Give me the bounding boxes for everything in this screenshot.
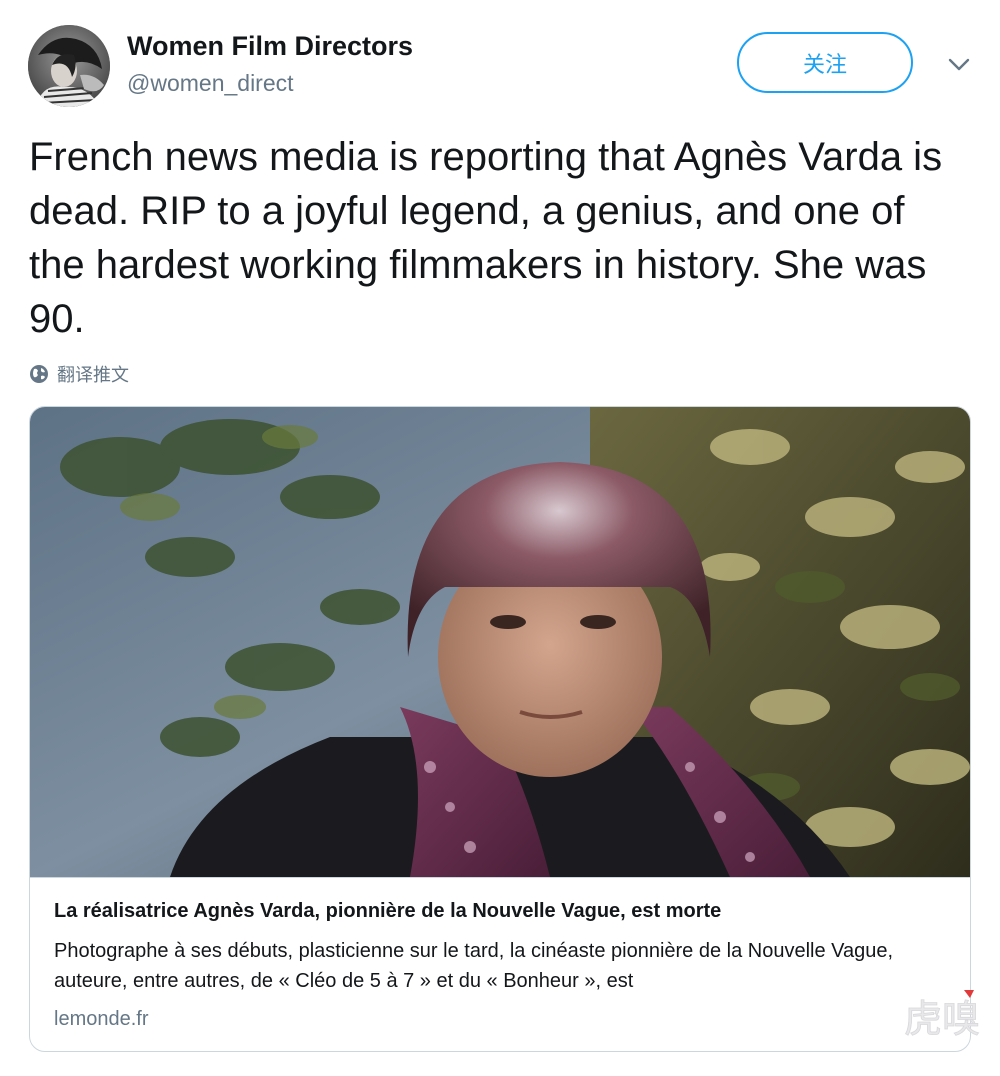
card-description: Photographe à ses débuts, plasticienne s… bbox=[54, 940, 894, 992]
watermark-logo: 虎嗅 bbox=[904, 990, 980, 1041]
card-title: La réalisatrice Agnès Varda, pionnière d… bbox=[54, 900, 722, 922]
link-card[interactable]: La réalisatrice Agnès Varda, pionnière d… bbox=[29, 406, 971, 1052]
svg-text:虎嗅: 虎嗅 bbox=[904, 997, 980, 1041]
card-image bbox=[30, 407, 970, 877]
follow-button[interactable]: 关注 bbox=[737, 32, 913, 93]
translate-tweet-link[interactable]: 翻译推文 bbox=[29, 360, 129, 388]
tweet: Women Film Directors @women_direct 关注 Fr… bbox=[0, 0, 1000, 1076]
translate-label: 翻译推文 bbox=[57, 365, 129, 386]
author-name[interactable]: Women Film Directors bbox=[127, 31, 413, 62]
chevron-down-icon[interactable] bbox=[944, 54, 974, 76]
card-body: La réalisatrice Agnès Varda, pionnière d… bbox=[30, 877, 970, 1051]
globe-icon bbox=[30, 365, 48, 383]
tweet-text: French news media is reporting that Agnè… bbox=[29, 135, 943, 341]
avatar[interactable] bbox=[28, 25, 110, 107]
card-domain: lemonde.fr bbox=[54, 1008, 149, 1030]
author-handle[interactable]: @women_direct bbox=[127, 70, 294, 97]
follow-button-label: 关注 bbox=[802, 52, 847, 78]
